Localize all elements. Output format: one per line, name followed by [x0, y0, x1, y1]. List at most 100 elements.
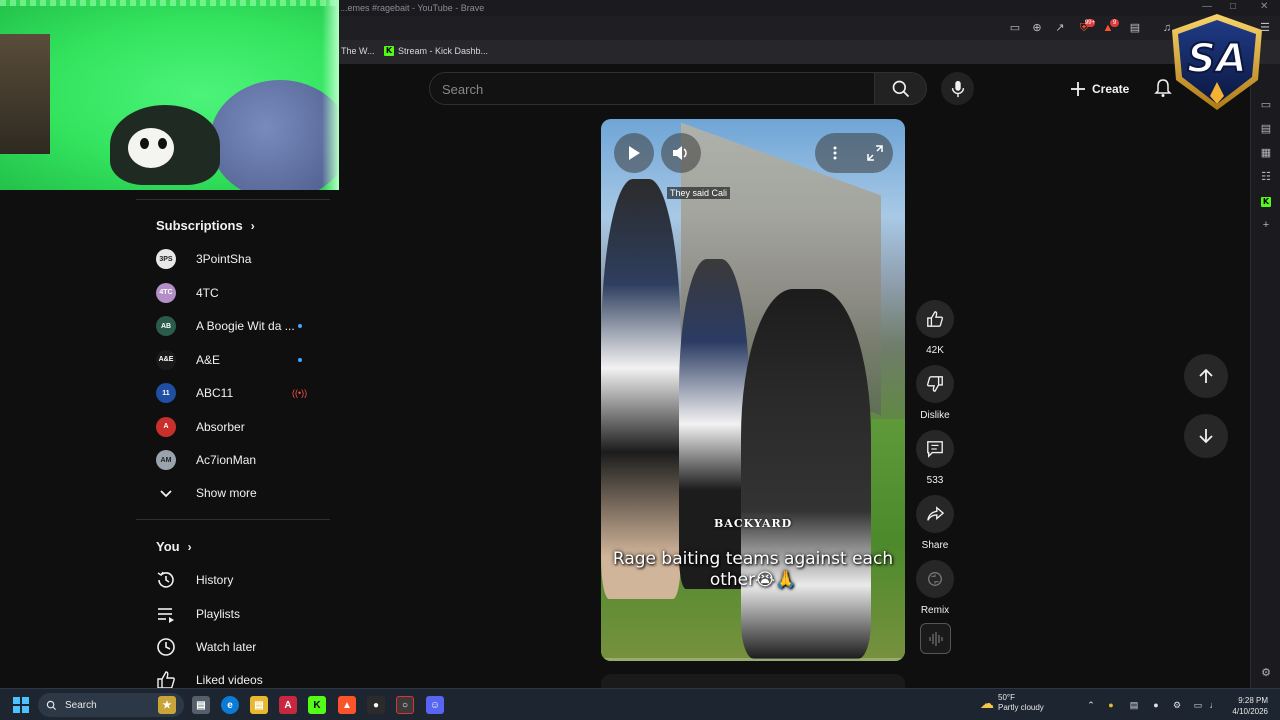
channel-name: Ac7ionMan	[196, 453, 257, 467]
share-button[interactable]	[916, 495, 954, 533]
sidebar-toggle-icon[interactable]: ▤	[1128, 21, 1142, 35]
weather-widget[interactable]: ☁ 50°F Partly cloudy	[980, 693, 1044, 713]
next-short-button[interactable]	[1184, 414, 1228, 458]
search-box[interactable]	[429, 72, 875, 105]
remix-label: Remix	[920, 605, 950, 616]
minimize-icon[interactable]: —	[1202, 1, 1212, 12]
brave-icon[interactable]: ▲	[338, 696, 356, 714]
bookmarks-icon[interactable]: ▦	[1259, 146, 1273, 160]
brave-rewards-icon[interactable]: ▲ 9	[1101, 19, 1119, 35]
more-options-button[interactable]	[815, 133, 855, 173]
logo-text: SA	[1187, 36, 1247, 82]
mask-eye	[140, 138, 149, 149]
subscription-item[interactable]: AB A Boogie Wit da ...	[156, 312, 320, 340]
search-input[interactable]	[442, 80, 862, 98]
create-button[interactable]: Create	[1062, 73, 1138, 104]
wallet-icon[interactable]: ▤	[1259, 122, 1273, 136]
network-icon[interactable]: ▭	[1192, 699, 1204, 711]
comments-action: 533	[916, 430, 954, 486]
kick-sidebar-icon[interactable]: K	[1259, 194, 1273, 208]
short-video-player[interactable]: They said Cali BACKYARD Rage baiting tea…	[601, 119, 905, 661]
next-short-preview[interactable]	[601, 674, 905, 688]
subscription-item[interactable]: A&E A&E	[156, 346, 320, 374]
divider	[136, 519, 330, 520]
maximize-icon[interactable]: □	[1230, 1, 1236, 12]
share-icon[interactable]: ↗	[1053, 21, 1067, 35]
subscription-item[interactable]: 3PS 3PointSha	[156, 245, 320, 273]
sound-button[interactable]	[920, 623, 951, 654]
volume-button[interactable]	[661, 133, 701, 173]
bookmark-item[interactable]: K Stream - Kick Dashb...	[384, 46, 488, 56]
stream-logo: SA	[1162, 12, 1272, 112]
settings-gear-icon[interactable]: ⚙	[1259, 666, 1273, 680]
sidebar: Subscriptions › 3PS 3PointSha 4TC 4TC AB A Bo…	[136, 190, 330, 689]
video-progress-bar[interactable]	[601, 658, 905, 661]
add-panel-icon[interactable]: +	[1259, 218, 1273, 232]
remix-button[interactable]	[916, 560, 954, 598]
mask-eye	[158, 138, 167, 149]
adobe-icon[interactable]: A	[279, 696, 297, 714]
voice-search-button[interactable]	[941, 72, 974, 105]
discord-icon[interactable]: ☺	[426, 696, 444, 714]
arrow-up-icon	[1199, 368, 1213, 383]
speaker-icon[interactable]: ♩	[1208, 699, 1220, 711]
dislike-button[interactable]	[916, 365, 954, 403]
windows-start-button[interactable]	[12, 696, 30, 714]
watch-later-icon	[157, 638, 175, 656]
show-hidden-icons-icon[interactable]: ⌃	[1085, 699, 1097, 711]
search-button[interactable]	[875, 72, 927, 105]
video-overlay-text: They said Cali	[667, 187, 731, 199]
recording-app-icon[interactable]: ○	[396, 696, 414, 714]
kick-app-icon[interactable]: K	[308, 696, 326, 714]
file-explorer-icon[interactable]: ▤	[250, 696, 268, 714]
sidebar-item-label: Playlists	[196, 607, 241, 621]
fullscreen-button[interactable]	[855, 133, 895, 173]
show-more-label: Show more	[196, 486, 257, 500]
channel-avatar: 11	[156, 383, 176, 403]
search-highlight-icon[interactable]: ★	[158, 696, 176, 714]
comments-button[interactable]	[916, 430, 954, 468]
subscription-item[interactable]: 11 ABC11 ((•))	[156, 379, 320, 407]
volume-icon	[673, 146, 687, 160]
show-more-button[interactable]: Show more	[156, 479, 320, 507]
previous-short-button[interactable]	[1184, 354, 1228, 398]
sidebar-item-watch-later[interactable]: Watch later	[156, 633, 320, 661]
channel-avatar: 4TC	[156, 282, 176, 303]
subscription-item[interactable]: AM Ac7ionMan	[156, 446, 320, 474]
mic-tray-icon[interactable]: ●	[1150, 699, 1162, 711]
brave-shields-icon[interactable]: ⛨ 99+	[1077, 19, 1095, 35]
video-caption: Rage baiting teams against each other😭🙏	[612, 549, 894, 590]
sidebar-item-history[interactable]: History	[156, 566, 320, 594]
subscription-item[interactable]: A Absorber	[156, 413, 320, 441]
zoom-icon[interactable]: ⊕	[1030, 21, 1044, 35]
like-button[interactable]	[916, 300, 954, 338]
cast-icon[interactable]: ▭	[1008, 21, 1022, 35]
close-icon[interactable]: ✕	[1260, 1, 1268, 12]
shields-badge: 99+	[1084, 19, 1095, 27]
subscriptions-header[interactable]: Subscriptions ›	[156, 218, 255, 233]
channel-name: 3PointSha	[196, 252, 252, 266]
reading-list-icon[interactable]: ☷	[1259, 170, 1273, 184]
task-view-icon[interactable]: ▤	[192, 696, 210, 714]
tray-app-icon[interactable]: ⚙	[1171, 699, 1183, 711]
webcam-mask	[128, 128, 174, 168]
play-button[interactable]	[614, 133, 654, 173]
chevron-right-icon: ›	[187, 539, 192, 554]
system-clock[interactable]: 9:28 PM 4/10/2026	[1228, 695, 1268, 717]
edge-icon[interactable]: e	[221, 696, 239, 714]
subscription-item[interactable]: 4TC 4TC	[156, 279, 320, 307]
you-header[interactable]: You ›	[156, 539, 192, 554]
divider	[136, 199, 330, 200]
remix-action: Remix	[916, 560, 954, 616]
bookmark-item[interactable]: The W...	[341, 46, 375, 56]
channel-avatar: AB	[156, 316, 176, 336]
tray-app-icon[interactable]: ▤	[1128, 699, 1140, 711]
video-person	[601, 179, 681, 599]
led-strip	[0, 0, 339, 6]
bookmark-label: Stream - Kick Dashb...	[398, 46, 489, 56]
channel-avatar: A&E	[156, 349, 176, 370]
obs-icon[interactable]: ●	[367, 696, 385, 714]
tray-app-icon[interactable]: ●	[1105, 699, 1117, 711]
sidebar-item-playlists[interactable]: Playlists	[156, 600, 320, 628]
search-icon	[46, 700, 57, 710]
